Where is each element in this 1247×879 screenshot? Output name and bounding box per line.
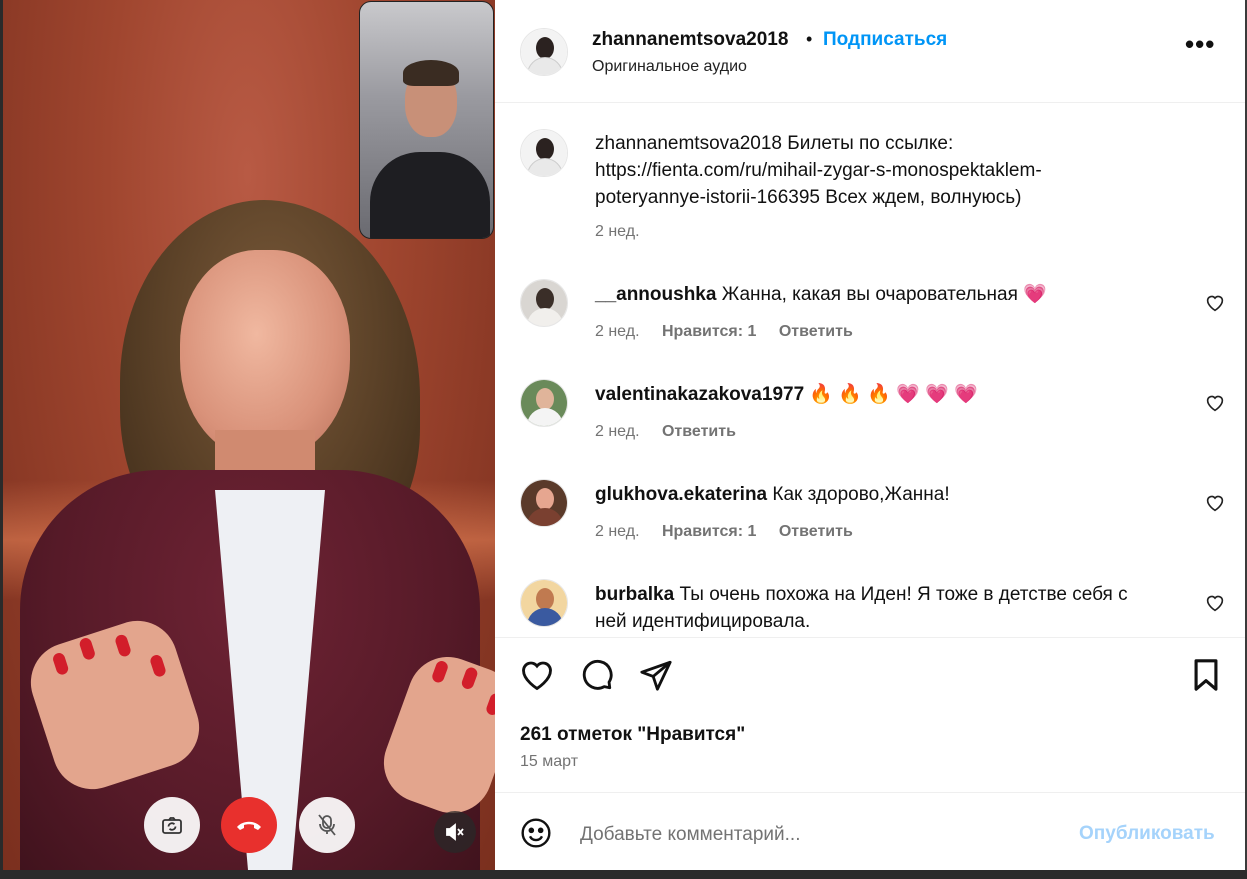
post-date: 15 март <box>520 753 579 770</box>
comment-meta: 2 нед. Нравится: 1 Ответить <box>595 323 853 340</box>
comment-username[interactable]: burbalka <box>595 584 674 605</box>
post-header: zhannanemtsova2018 • Подписаться Оригина… <box>495 0 1245 103</box>
camera-flip-button[interactable] <box>144 797 200 853</box>
comment-like-icon[interactable] <box>1205 494 1225 512</box>
sound-off-icon <box>446 823 464 841</box>
woman-face <box>180 250 350 460</box>
comment-text: valentinakazakova1977 🔥 🔥 🔥 💗 💗 💗 <box>595 384 978 405</box>
camera-flip-icon <box>162 817 182 834</box>
comment-username[interactable]: glukhova.ekaterina <box>595 484 767 505</box>
comment-likes[interactable]: Нравится: 1 <box>662 323 756 340</box>
author-avatar[interactable] <box>520 28 568 76</box>
caption-username[interactable]: zhannanemtsova2018 <box>595 133 782 154</box>
publish-button[interactable]: Опубликовать <box>1079 823 1215 845</box>
caption-avatar[interactable] <box>520 129 568 177</box>
comments-list[interactable]: zhannanemtsova2018 Билеты по ссылке: htt… <box>495 104 1245 636</box>
instagram-post-modal: zhannanemtsova2018 • Подписаться Оригина… <box>0 0 1247 879</box>
comment-avatar[interactable] <box>520 479 568 527</box>
comment-meta: 2 нед. Нравится: 1 Ответить <box>595 523 853 540</box>
comment-avatar[interactable] <box>520 279 568 327</box>
comment-text: burbalka Ты очень похожа на Иден! Я тоже… <box>595 584 1128 632</box>
post-actions: 261 отметок "Нравится" 15 март <box>495 637 1245 787</box>
comment-text: glukhova.ekaterina Как здорово,Жанна! <box>595 484 950 505</box>
bookmark-icon[interactable] <box>1191 658 1221 692</box>
mute-button[interactable] <box>299 797 355 853</box>
end-call-icon <box>237 821 261 830</box>
separator-dot: • <box>806 29 813 49</box>
reply-button[interactable]: Ответить <box>779 523 853 540</box>
comment-username[interactable]: __annoushka <box>595 284 716 305</box>
reply-button[interactable]: Ответить <box>662 423 736 440</box>
author-username[interactable]: zhannanemtsova2018 <box>592 29 788 51</box>
comment-like-icon[interactable] <box>1205 294 1225 312</box>
audio-link[interactable]: Оригинальное аудио <box>592 58 747 76</box>
comment-avatar[interactable] <box>520 579 568 627</box>
follow-button[interactable]: Подписаться <box>823 29 947 51</box>
comment-avatar[interactable] <box>520 379 568 427</box>
comment-icon[interactable] <box>580 658 614 692</box>
emoji-icon[interactable] <box>520 817 552 849</box>
comment-meta: 2 нед. Ответить <box>595 423 736 440</box>
share-icon[interactable] <box>639 658 673 692</box>
heart-icon[interactable] <box>519 658 555 692</box>
comment-text: __annoushka Жанна, какая вы очаровательн… <box>595 284 1047 305</box>
sound-toggle-button[interactable] <box>434 811 476 853</box>
video-player[interactable] <box>0 0 495 870</box>
caption-link[interactable]: https://fienta.com/ru/mihail-zygar-s-mon… <box>595 157 1042 184</box>
likes-count[interactable]: 261 отметок "Нравится" <box>520 724 745 746</box>
more-options-icon[interactable]: ••• <box>1185 31 1215 57</box>
mic-off-icon <box>318 814 336 836</box>
comment-input[interactable] <box>580 821 1060 849</box>
caption-meta: 2 нед. <box>595 223 640 240</box>
comment-username[interactable]: valentinakazakova1977 <box>595 384 804 405</box>
reply-button[interactable]: Ответить <box>779 323 853 340</box>
post-panel: zhannanemtsova2018 • Подписаться Оригина… <box>495 0 1245 870</box>
comment-composer: Опубликовать <box>495 792 1245 870</box>
comment-like-icon[interactable] <box>1205 594 1225 612</box>
end-call-button[interactable] <box>221 797 277 853</box>
pip-video[interactable] <box>359 1 494 239</box>
comment-likes[interactable]: Нравится: 1 <box>662 523 756 540</box>
comment-like-icon[interactable] <box>1205 394 1225 412</box>
caption-text: zhannanemtsova2018 Билеты по ссылке: htt… <box>595 133 1042 208</box>
